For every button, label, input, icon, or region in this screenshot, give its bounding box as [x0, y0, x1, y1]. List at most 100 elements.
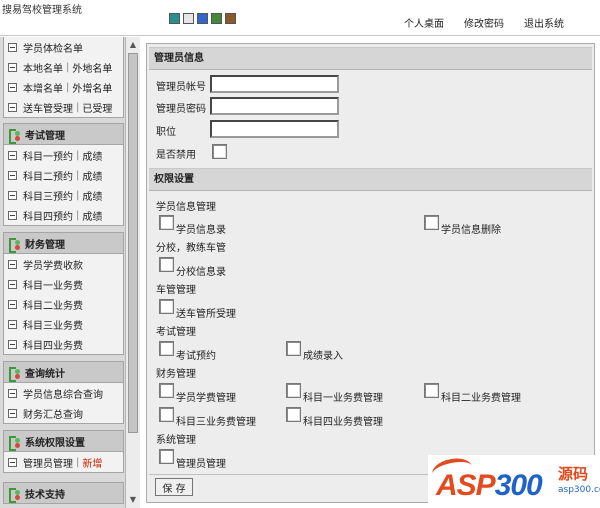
sidebar-item-admin[interactable]: 管理员管理 | 新增 — [4, 452, 123, 472]
sidebar-student-group: 学员体检名单 本地名单 | 外地名单 本增名单 | 外增名单 送车管受理 | 已… — [3, 37, 124, 118]
sidebar-item-local-list[interactable]: 本地名单 | 外地名单 — [4, 57, 123, 77]
account-input[interactable] — [210, 75, 339, 93]
sidebar-scrollbar[interactable]: ▲ ▼ — [125, 37, 140, 508]
sidebar-item-label[interactable]: 科目四预约 — [23, 208, 73, 223]
sidebar-group-header[interactable]: 考试管理 — [3, 123, 124, 145]
top-header: 搜易驾校管理系统 个人桌面 修改密码 退出系统 — [0, 0, 600, 36]
collapse-box-icon — [8, 457, 17, 467]
collapse-box-icon — [8, 408, 17, 418]
sidebar-item-label: 财务汇总查询 — [23, 409, 83, 421]
sidebar-group-header[interactable]: 财务管理 — [3, 232, 124, 254]
sidebar-item-extra[interactable]: 已受理 — [82, 100, 112, 115]
sidebar-group-header[interactable]: 技术支持 — [3, 482, 124, 504]
disabled-label: 是否禁用 — [156, 150, 196, 161]
sidebar-item-new[interactable]: 新增 — [82, 455, 102, 470]
perm-fee2-label: 科目二业务费管理 — [441, 393, 521, 404]
sidebar-item-label: 学员体检名单 — [23, 43, 83, 55]
perm-vehicle-accept-checkbox[interactable] — [159, 299, 174, 314]
separator: | — [76, 456, 80, 468]
sidebar-item-finance-query[interactable]: 财务汇总查询 — [4, 403, 123, 423]
perm-fee1-checkbox[interactable] — [286, 383, 301, 398]
sidebar-exam-group: 考试管理 科目一预约 | 成绩 科目二预约 | 成绩 科目三预约 | 成绩 科目… — [3, 123, 124, 226]
sidebar-item-label[interactable]: 科目三预约 — [23, 188, 73, 203]
tree-icon — [8, 487, 21, 503]
sidebar-item-label[interactable]: 科目一预约 — [23, 148, 73, 163]
sidebar-item-fee1[interactable]: 科目一业务费 — [4, 274, 123, 294]
sidebar-group-body: 科目一预约 | 成绩 科目二预约 | 成绩 科目三预约 | 成绩 科目四预约 |… — [3, 145, 124, 226]
theme-swatch-light[interactable] — [183, 13, 194, 24]
perm-fee2-checkbox[interactable] — [424, 383, 439, 398]
sidebar-item-extra[interactable]: 成绩 — [82, 188, 102, 203]
sidebar-item-label[interactable]: 本地名单 — [23, 60, 63, 75]
sidebar-item-label[interactable]: 管理员管理 — [23, 455, 73, 470]
sidebar-item-extra[interactable]: 成绩 — [82, 168, 102, 183]
sidebar-item-label: 科目一业务费 — [23, 280, 83, 292]
app-title: 搜易驾校管理系统 — [2, 5, 82, 16]
scroll-down-icon[interactable]: ▼ — [127, 494, 139, 506]
sidebar-item-label[interactable]: 送车管受理 — [23, 100, 73, 115]
tree-icon — [8, 237, 21, 253]
sidebar-group-body: 学员信息综合查询 财务汇总查询 — [3, 383, 124, 424]
password-label: 管理员密码 — [156, 104, 206, 115]
sidebar-item-extra[interactable]: 成绩 — [82, 148, 102, 163]
sidebar-group-header[interactable]: 查询统计 — [3, 361, 124, 383]
theme-swatch-green[interactable] — [211, 13, 222, 24]
sidebar-item-vehicle-accept[interactable]: 送车管受理 | 已受理 — [4, 97, 123, 117]
sidebar-group-header[interactable]: 系统权限设置 — [3, 430, 124, 452]
sidebar-item-subject3[interactable]: 科目三预约 | 成绩 — [4, 185, 123, 205]
sidebar-item-added-list[interactable]: 本增名单 | 外增名单 — [4, 77, 123, 97]
collapse-box-icon — [8, 319, 17, 329]
perm-score-entry-checkbox[interactable] — [286, 341, 301, 356]
position-input[interactable] — [210, 120, 339, 138]
collapse-box-icon — [8, 388, 17, 398]
nav-change-password[interactable]: 修改密码 — [464, 15, 504, 30]
separator: | — [76, 169, 80, 181]
tree-icon — [8, 435, 21, 451]
theme-swatch-blue[interactable] — [197, 13, 208, 24]
sidebar-system-group: 系统权限设置 管理员管理 | 新增 — [3, 430, 124, 473]
sidebar-item-subject1[interactable]: 科目一预约 | 成绩 — [4, 145, 123, 165]
sidebar-item-tuition[interactable]: 学员学费收款 — [4, 254, 123, 274]
logo-suffix: 源码 — [558, 465, 589, 483]
password-input[interactable] — [210, 97, 339, 115]
perm-fee4-label: 科目四业务费管理 — [303, 417, 383, 428]
save-button[interactable]: 保 存 — [155, 478, 193, 496]
sidebar-item-fee3[interactable]: 科目三业务费 — [4, 314, 123, 334]
theme-swatch-brown[interactable] — [225, 13, 236, 24]
scrollbar-thumb[interactable] — [128, 53, 138, 433]
sidebar-group-title: 考试管理 — [25, 130, 65, 142]
perm-student-delete-label: 学员信息删除 — [441, 225, 501, 236]
perm-tuition-checkbox[interactable] — [159, 383, 174, 398]
scroll-up-icon[interactable]: ▲ — [127, 39, 139, 51]
sidebar-item-extra[interactable]: 成绩 — [82, 208, 102, 223]
perm-branch-entry-label: 分校信息录 — [176, 267, 226, 278]
theme-swatch-teal[interactable] — [169, 13, 180, 24]
perm-fee4-checkbox[interactable] — [286, 407, 301, 422]
nav-logout[interactable]: 退出系统 — [524, 15, 564, 30]
sidebar-item-physical-exam[interactable]: 学员体检名单 — [4, 37, 123, 57]
sidebar-item-extra[interactable]: 外地名单 — [72, 60, 112, 75]
sidebar-query-group: 查询统计 学员信息综合查询 财务汇总查询 — [3, 361, 124, 424]
nav-personal-desktop[interactable]: 个人桌面 — [404, 15, 444, 30]
perm-admin-mgmt-checkbox[interactable] — [159, 449, 174, 464]
sidebar-item-subject4[interactable]: 科目四预约 | 成绩 — [4, 205, 123, 225]
perm-branch-entry-checkbox[interactable] — [159, 257, 174, 272]
sidebar-item-label[interactable]: 科目二预约 — [23, 168, 73, 183]
sidebar-item-extra[interactable]: 外增名单 — [72, 80, 112, 95]
disabled-checkbox[interactable] — [212, 144, 227, 159]
perm-exam-booking-checkbox[interactable] — [159, 341, 174, 356]
sidebar-item-fee2[interactable]: 科目二业务费 — [4, 294, 123, 314]
category-system: 系统管理 — [156, 435, 196, 446]
perm-fee3-checkbox[interactable] — [159, 407, 174, 422]
sidebar-group-title: 查询统计 — [25, 368, 65, 380]
sidebar-finance-group: 财务管理 学员学费收款 科目一业务费 科目二业务费 科目三业务费 科目四业务费 — [3, 232, 124, 355]
perm-student-entry-checkbox[interactable] — [159, 215, 174, 230]
collapse-box-icon — [8, 62, 17, 72]
perm-student-delete-checkbox[interactable] — [424, 215, 439, 230]
sidebar-item-label[interactable]: 本增名单 — [23, 80, 63, 95]
sidebar-item-student-query[interactable]: 学员信息综合查询 — [4, 383, 123, 403]
sidebar-item-label: 科目二业务费 — [23, 300, 83, 312]
sidebar-item-fee4[interactable]: 科目四业务费 — [4, 334, 123, 354]
sidebar-item-subject2[interactable]: 科目二预约 | 成绩 — [4, 165, 123, 185]
sidebar-support-group: 技术支持 — [3, 482, 124, 504]
